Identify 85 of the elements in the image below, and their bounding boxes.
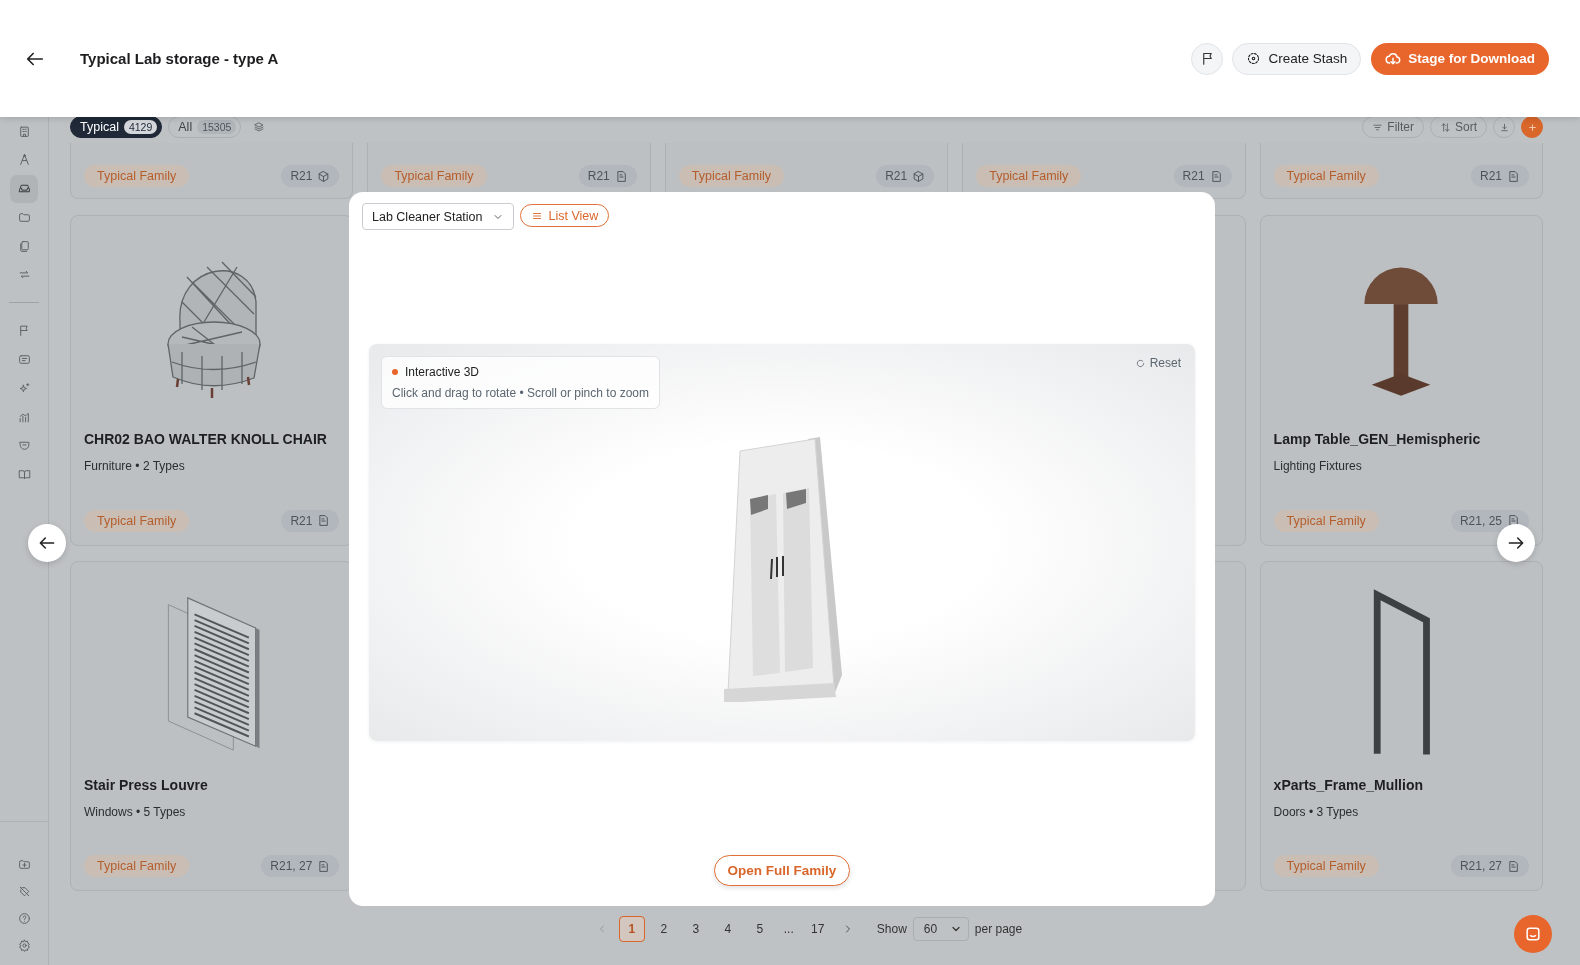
family-tag: Typical Family	[84, 165, 190, 187]
previous-button[interactable]	[28, 524, 66, 562]
card-subtitle: Windows • 5 Types	[84, 805, 187, 819]
page-button[interactable]: 5	[746, 916, 773, 942]
page-button[interactable]: 17	[804, 916, 831, 942]
family-card[interactable]: Typical Family R21	[70, 143, 354, 199]
book-icon	[17, 468, 31, 482]
chat-button[interactable]	[1514, 915, 1552, 953]
cube-icon	[912, 169, 926, 183]
cube-icon	[317, 169, 331, 183]
version-badge: R21	[281, 509, 340, 532]
family-tag: Typical Family	[1273, 855, 1379, 877]
version-badge: R21	[281, 165, 340, 187]
tag-off-icon	[17, 885, 31, 899]
building-icon	[17, 124, 31, 138]
plus-icon	[1526, 121, 1538, 133]
family-tag: Typical Family	[1273, 165, 1379, 187]
file-icon	[317, 514, 331, 527]
status-dot	[392, 369, 398, 375]
add-button[interactable]	[1521, 116, 1543, 138]
version-badge: R21, 27	[1450, 855, 1529, 877]
file-icon	[1507, 859, 1520, 873]
download-icon	[1498, 121, 1510, 133]
family-tag: Typical Family	[678, 165, 784, 187]
version-badge: R21	[876, 165, 935, 187]
per-page-select[interactable]: 60	[912, 917, 969, 941]
family-card[interactable]: Typical Family R21	[1259, 143, 1543, 199]
sort-icon	[1440, 121, 1451, 133]
version-badge: R21, 27	[261, 855, 340, 877]
help-icon	[17, 911, 31, 925]
sidebar-item[interactable]	[10, 174, 38, 203]
cloud-download-icon	[1385, 50, 1402, 67]
message-icon	[17, 353, 31, 367]
family-tag: Typical Family	[976, 165, 1082, 187]
family-tag: Typical Family	[381, 165, 487, 187]
chat-icon	[1523, 924, 1543, 944]
filter-tab[interactable]: Typical 4129	[70, 116, 163, 138]
version-badge: R21	[578, 165, 637, 187]
list-view-button[interactable]: List View	[519, 204, 610, 227]
family-select[interactable]: Lab Cleaner Station	[362, 203, 514, 230]
per-page-label: per page	[974, 922, 1023, 936]
model-viewer[interactable]: Interactive 3D Click and drag to rotate • Scroll or pinch to zoom Reset	[369, 344, 1195, 741]
family-tag: Typical Family	[84, 509, 190, 532]
card-title: CHR02 BAO WALTER KNOLL CHAIR	[84, 430, 328, 447]
reset-button[interactable]: Reset	[1134, 356, 1181, 370]
file-icon	[317, 859, 331, 873]
card-subtitle: Doors • 3 Types	[1273, 805, 1360, 819]
viewer-hint: Click and drag to rotate • Scroll or pinch to zoom	[392, 386, 649, 400]
card-title: xParts_Frame_Mullion	[1273, 777, 1424, 793]
family-card[interactable]: xParts_Frame_Mullion Doors • 3 Types Typical Family R21, 27	[1259, 561, 1543, 891]
folder-icon	[17, 210, 31, 224]
dashed-circle-icon	[1246, 51, 1262, 66]
flag-button[interactable]	[1191, 42, 1224, 75]
family-tag: Typical Family	[84, 855, 190, 877]
files-icon	[17, 239, 31, 253]
card-title: Lamp Table_GEN_Hemispheric	[1273, 430, 1482, 447]
create-stash-button[interactable]: Create Stash	[1232, 42, 1362, 75]
chart-icon	[17, 410, 31, 424]
shield-icon	[17, 439, 31, 453]
settings-icon	[17, 938, 31, 952]
page-ellipsis: ...	[782, 922, 795, 936]
flag-icon	[17, 324, 31, 338]
card-subtitle: Furniture • 2 Types	[84, 458, 186, 473]
version-badge: R21, 25	[1450, 509, 1529, 532]
file-icon	[1507, 514, 1520, 527]
show-label: Show	[876, 922, 907, 936]
open-family-button[interactable]: Open Full Family	[713, 855, 851, 886]
page-title: Typical Lab storage - type A	[80, 50, 279, 67]
sparkle-icon	[17, 381, 31, 395]
next-button[interactable]	[1497, 524, 1535, 562]
version-badge: R21	[1470, 165, 1529, 187]
page-button[interactable]: 4	[714, 916, 741, 942]
version-badge: R21	[1173, 165, 1232, 187]
reset-icon	[1134, 357, 1146, 369]
folder-plus-icon	[17, 858, 31, 872]
card-subtitle: Lighting Fixtures	[1273, 458, 1363, 473]
page-button[interactable]: 2	[650, 916, 677, 942]
family-card[interactable]: Lamp Table_GEN_Hemispheric Lighting Fixtures Typical Family R21, 25	[1259, 214, 1543, 546]
file-icon	[1507, 169, 1520, 183]
family-tag: Typical Family	[1273, 509, 1379, 532]
card-title: Stair Press Louvre	[84, 777, 209, 793]
page-button[interactable]: 3	[682, 916, 709, 942]
layers-icon	[253, 121, 266, 133]
viewer-title: Interactive 3D	[405, 365, 480, 379]
family-card[interactable]: Typical Family R21	[962, 143, 1246, 199]
